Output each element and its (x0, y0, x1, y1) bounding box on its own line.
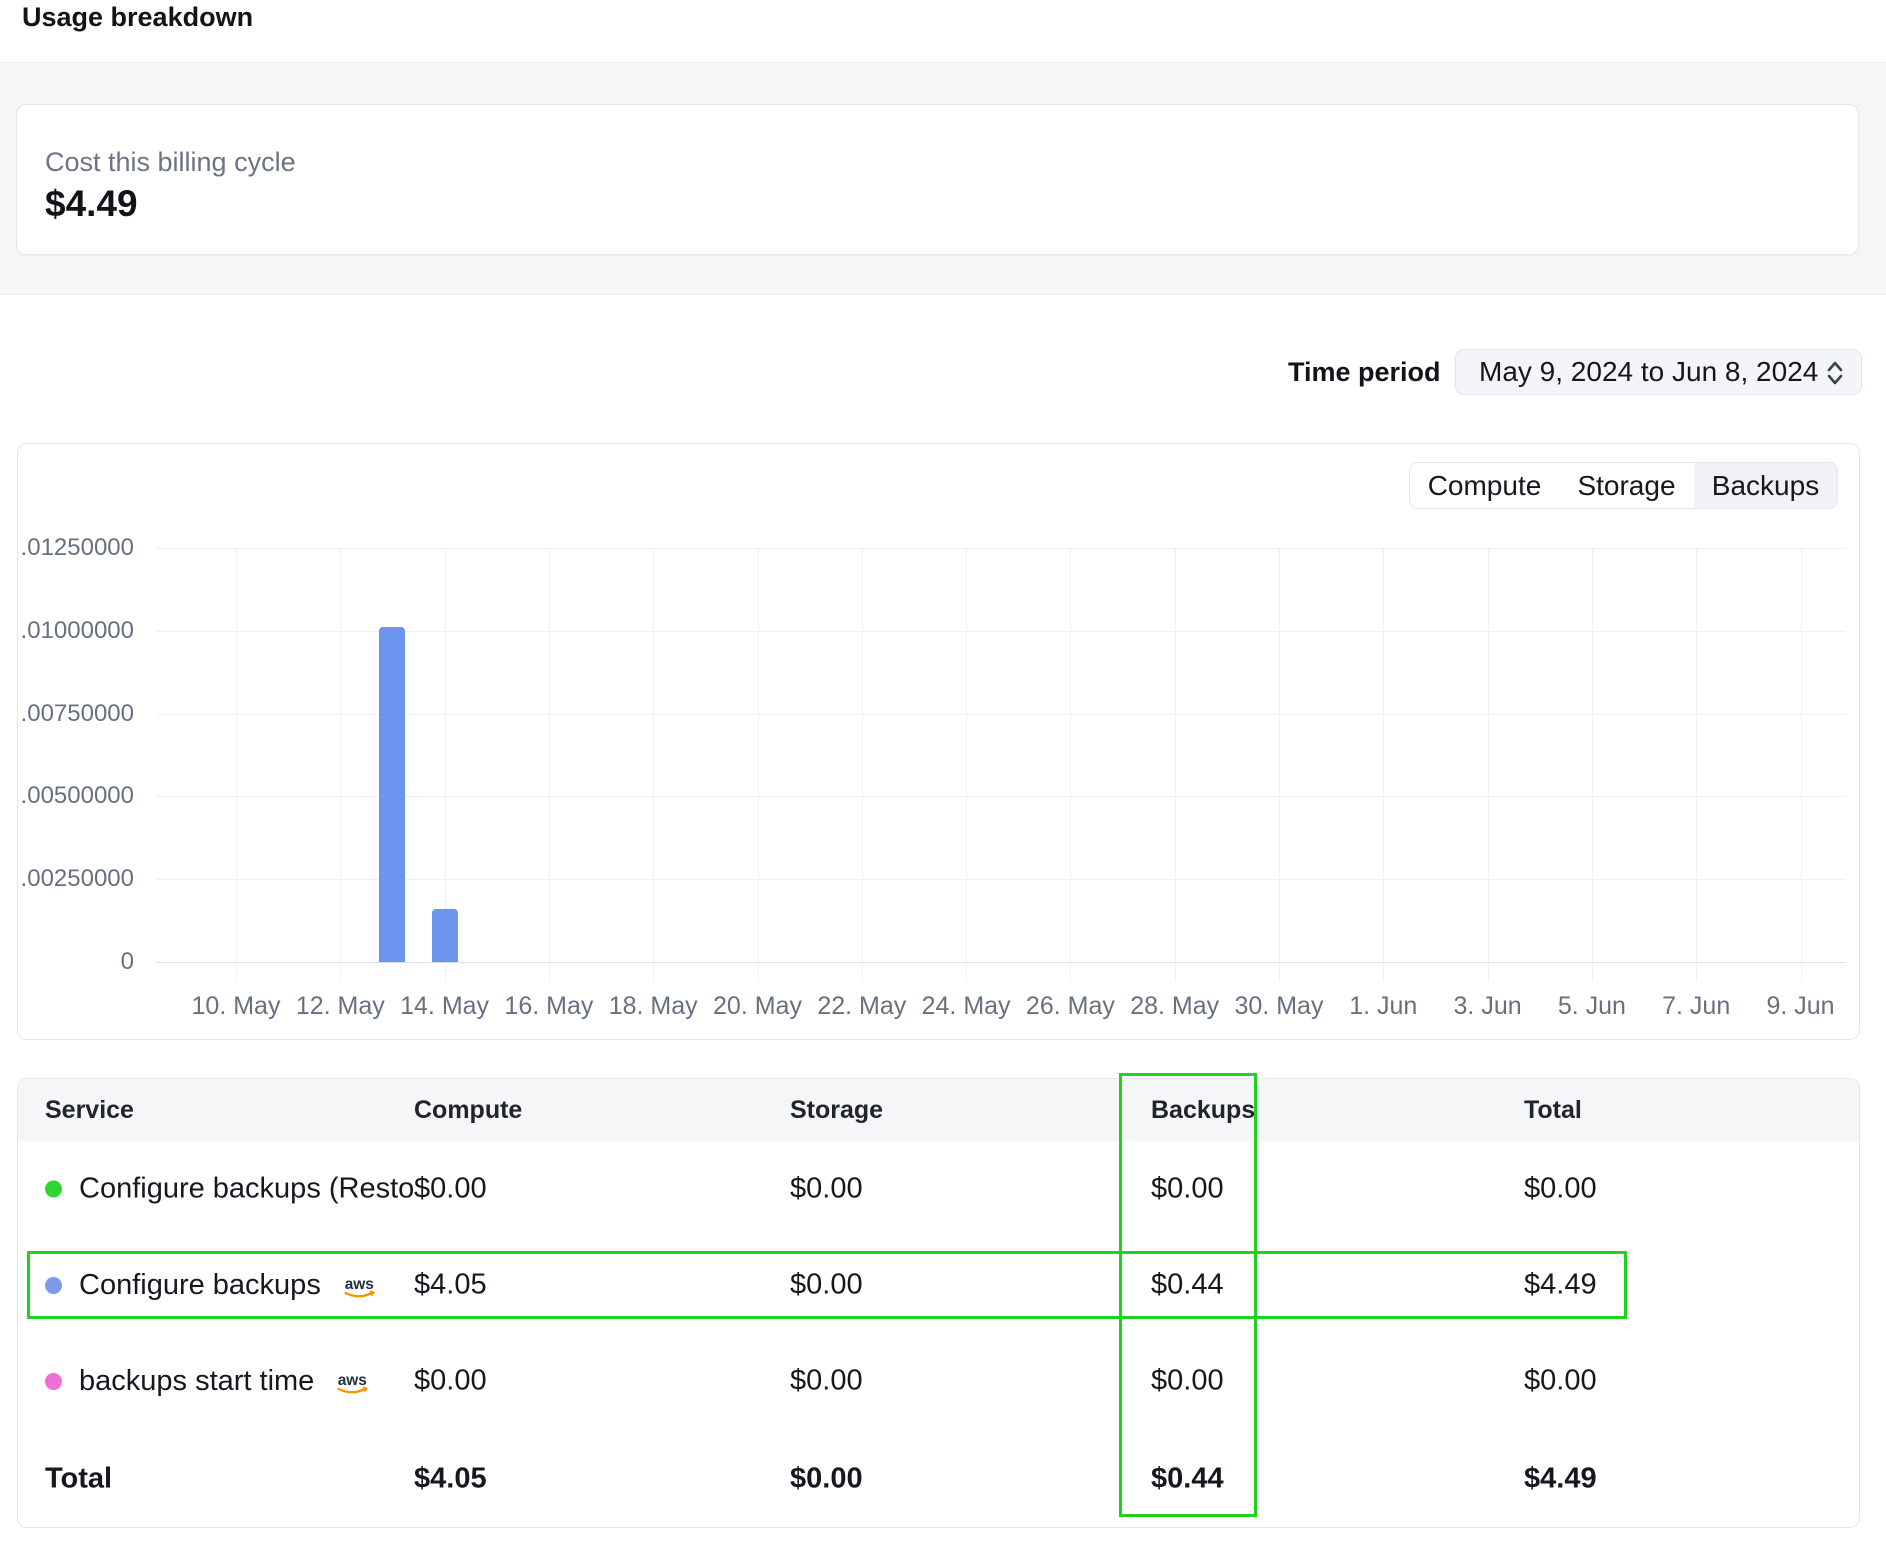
usage-chart-card: ComputeStorageBackups .01250000.01000000… (17, 443, 1860, 1040)
x-gridline (1175, 548, 1176, 981)
x-gridline (1592, 548, 1593, 981)
compute-value: $0.00 (414, 1173, 487, 1206)
total-backups: $0.44 (1151, 1463, 1224, 1496)
aws-icon: aws (335, 1370, 375, 1398)
total-compute: $4.05 (414, 1463, 487, 1496)
page-title: Usage breakdown (22, 2, 253, 33)
x-gridline (1383, 548, 1384, 981)
unfold-chevrons-icon (1824, 359, 1846, 387)
service-color-dot (45, 1181, 62, 1198)
table-row: Configure backups aws $4.05 $0.00 $0.44 … (18, 1237, 1859, 1333)
col-header-service: Service (45, 1079, 134, 1141)
svg-text:aws: aws (338, 1372, 367, 1389)
x-gridline (1279, 548, 1280, 981)
chart-bar[interactable] (432, 909, 458, 962)
aws-icon: aws (342, 1274, 382, 1302)
col-header-backups: Backups (1151, 1079, 1255, 1141)
x-gridline (1070, 548, 1071, 981)
x-gridline (862, 548, 863, 981)
time-period-value: May 9, 2024 to Jun 8, 2024 (1479, 356, 1818, 388)
x-gridline (340, 548, 341, 981)
backups-value: $0.44 (1151, 1269, 1224, 1302)
billing-cycle-cost-card: Cost this billing cycle $4.49 (16, 104, 1859, 255)
usage-table: Service Compute Storage Backups Total Co… (17, 1078, 1860, 1528)
y-axis-label: .00500000 (18, 782, 134, 810)
x-gridline (966, 548, 967, 981)
col-header-compute: Compute (414, 1079, 522, 1141)
billing-summary-band: Cost this billing cycle $4.49 (0, 62, 1886, 295)
total-storage: $0.00 (790, 1463, 863, 1496)
total-value: $4.49 (1524, 1269, 1597, 1302)
x-gridline (1801, 548, 1802, 981)
x-gridline (236, 548, 237, 981)
time-period-label: Time period (1288, 357, 1441, 388)
col-header-total: Total (1524, 1079, 1582, 1141)
cost-card-value: $4.49 (45, 183, 138, 225)
table-row: backups start time aws $0.00 $0.00 $0.00… (18, 1333, 1859, 1429)
x-gridline (1488, 548, 1489, 981)
table-row: Configure backups (Resto $0.00 $0.00 $0.… (18, 1141, 1859, 1237)
service-name: Configure backups (79, 1269, 321, 1302)
cost-card-label: Cost this billing cycle (45, 147, 296, 178)
chart-bar[interactable] (379, 627, 405, 962)
total-total: $4.49 (1524, 1463, 1597, 1496)
storage-value: $0.00 (790, 1365, 863, 1398)
compute-value: $0.00 (414, 1365, 487, 1398)
compute-value: $4.05 (414, 1269, 487, 1302)
service-color-dot (45, 1277, 62, 1294)
backups-value: $0.00 (1151, 1173, 1224, 1206)
backups-value: $0.00 (1151, 1365, 1224, 1398)
y-axis-label: .00750000 (18, 700, 134, 728)
table-header-row: Service Compute Storage Backups Total (18, 1079, 1859, 1141)
x-axis-label: 9. Jun (1726, 992, 1876, 1021)
bar-chart: .01250000 .01000000 .00750000 .00500000 .002… (18, 444, 1859, 1039)
x-gridline (549, 548, 550, 981)
storage-value: $0.00 (790, 1173, 863, 1206)
y-axis-label: 0 (18, 948, 134, 976)
service-color-dot (45, 1373, 62, 1390)
time-period-select[interactable]: May 9, 2024 to Jun 8, 2024 (1455, 349, 1862, 395)
total-value: $0.00 (1524, 1173, 1597, 1206)
storage-value: $0.00 (790, 1269, 863, 1302)
x-gridline (758, 548, 759, 981)
total-value: $0.00 (1524, 1365, 1597, 1398)
y-axis-label: .01250000 (18, 534, 134, 562)
service-name: backups start time (79, 1365, 314, 1398)
col-header-storage: Storage (790, 1079, 883, 1141)
x-gridline (1696, 548, 1697, 981)
service-name: Configure backups (Resto (79, 1173, 414, 1206)
y-axis-label: .00250000 (18, 865, 134, 893)
total-row-label: Total (45, 1463, 112, 1496)
y-axis-label: .01000000 (18, 617, 134, 645)
table-total-row: Total $4.05 $0.00 $0.44 $4.49 (18, 1429, 1859, 1528)
x-gridline (653, 548, 654, 981)
svg-text:aws: aws (345, 1276, 374, 1293)
